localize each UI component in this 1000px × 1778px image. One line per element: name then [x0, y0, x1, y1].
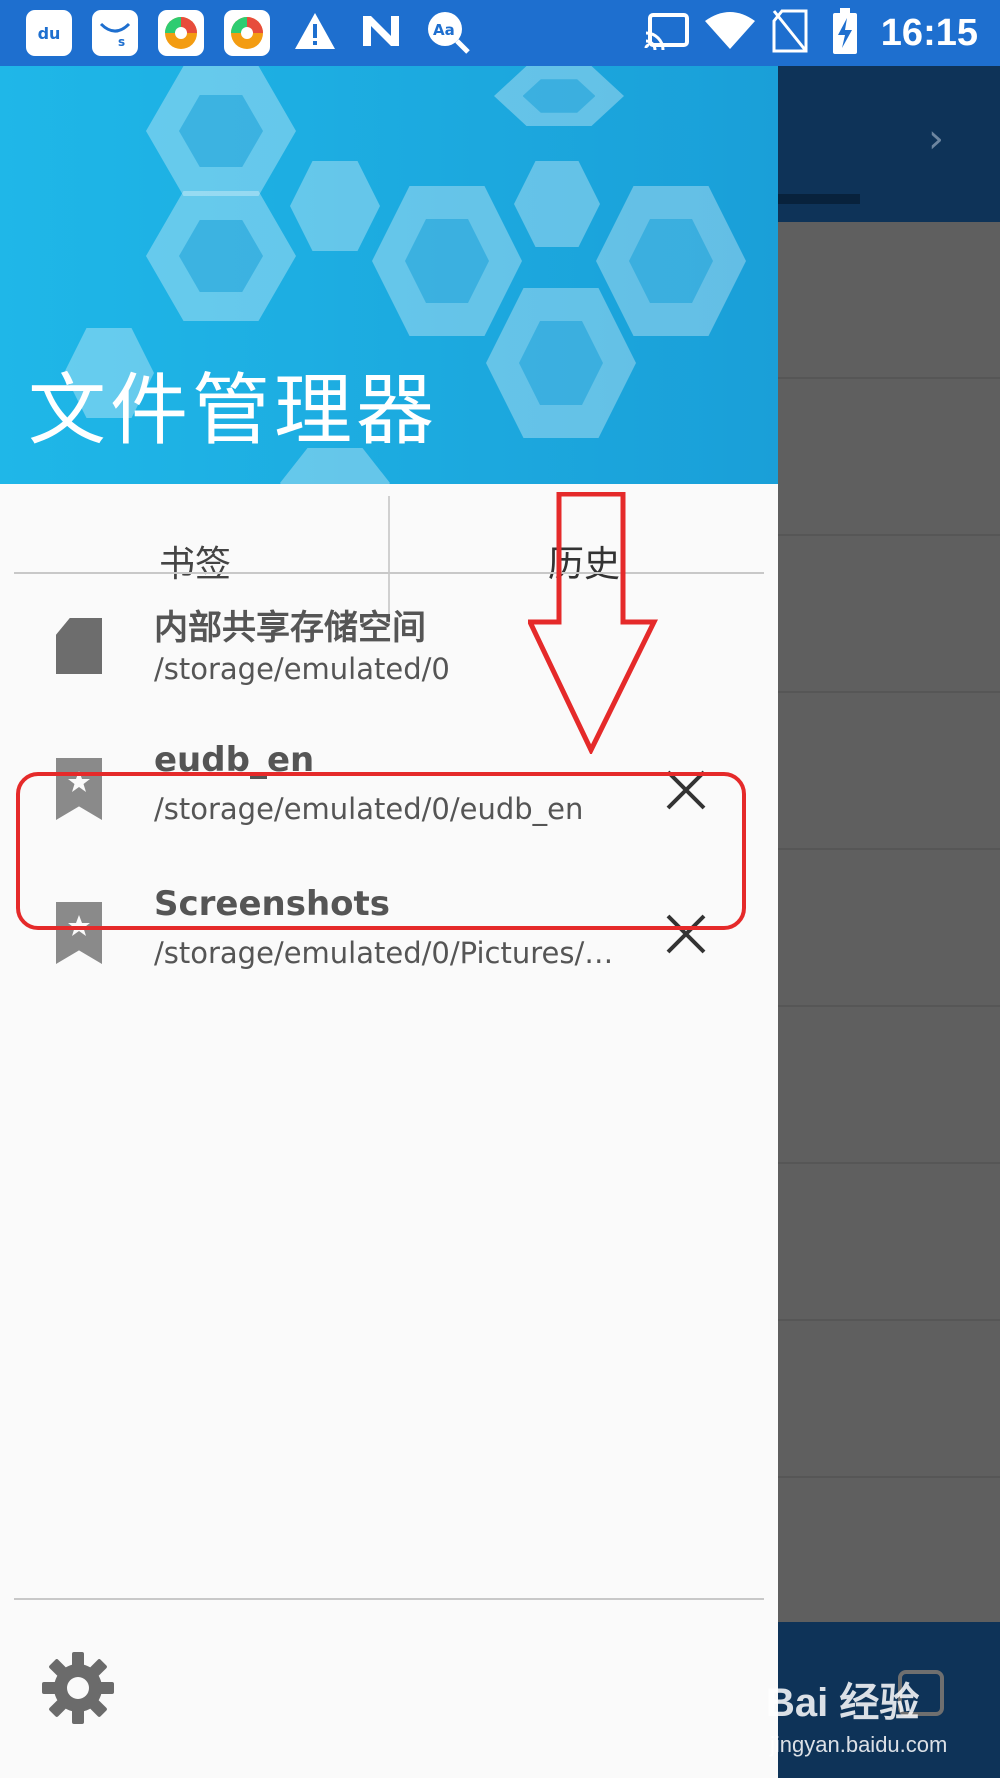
list-item — [778, 1478, 1000, 1635]
hexagon-decoration — [146, 66, 296, 196]
cast-icon — [642, 8, 692, 54]
item-path: /storage/emulated/0/Pictures/Screenshots — [154, 936, 614, 970]
list-item — [778, 1164, 1000, 1321]
clock: 16:15 — [880, 12, 978, 54]
list-item — [778, 222, 1000, 379]
list-item — [778, 850, 1000, 1007]
watermark-brand: Bai 经验 — [766, 1681, 920, 1725]
item-title: 内部共享存储空间 — [154, 608, 426, 648]
list-item — [778, 1321, 1000, 1478]
background-app-header: › — [778, 66, 1000, 222]
hexagon-decoration — [290, 161, 380, 251]
app-title: 文件管理器 — [28, 366, 439, 456]
status-bar: du s Aa 16:15 — [0, 0, 1000, 66]
svg-text:s: s — [118, 35, 125, 48]
shopping-bag-icon: s — [92, 10, 138, 56]
baidu-jingyan-watermark: Bai 经验 jingyan.baidu.com — [766, 1670, 996, 1770]
svg-text:Aa: Aa — [433, 21, 455, 39]
baidu-map-icon: du — [26, 10, 72, 56]
background-app: › — [778, 66, 1000, 1778]
dictionary-icon: Aa — [424, 8, 472, 56]
drawer-header: 文件管理器 — [0, 66, 778, 484]
hexagon-decoration — [146, 191, 296, 321]
settings-button[interactable] — [40, 1650, 116, 1726]
chevron-right-icon: › — [928, 116, 944, 162]
annotation-highlight-box — [16, 772, 746, 930]
hexagon-decoration — [596, 186, 746, 336]
sd-card-icon — [56, 618, 106, 678]
warning-icon — [292, 8, 338, 54]
fruit-app-icon — [158, 10, 204, 56]
fruit-app-icon — [224, 10, 270, 56]
hexagon-decoration — [486, 288, 636, 438]
no-sim-icon — [770, 8, 810, 54]
watermark-site: jingyan.baidu.com — [770, 1732, 948, 1757]
n-app-icon — [358, 8, 404, 54]
list-item — [778, 536, 1000, 693]
battery-charging-icon — [830, 8, 860, 54]
hexagon-decoration — [494, 66, 624, 126]
wifi-icon — [704, 8, 756, 54]
list-item — [778, 379, 1000, 536]
hexagon-decoration — [514, 161, 600, 247]
list-item-internal-storage[interactable]: 内部共享存储空间 /storage/emulated/0 — [0, 578, 778, 718]
list-item — [778, 1007, 1000, 1164]
annotation-arrow-down-icon — [528, 492, 658, 754]
list-item — [778, 693, 1000, 850]
hexagon-decoration — [372, 186, 522, 336]
background-file-list — [778, 222, 1000, 1635]
gear-icon — [42, 1652, 114, 1724]
